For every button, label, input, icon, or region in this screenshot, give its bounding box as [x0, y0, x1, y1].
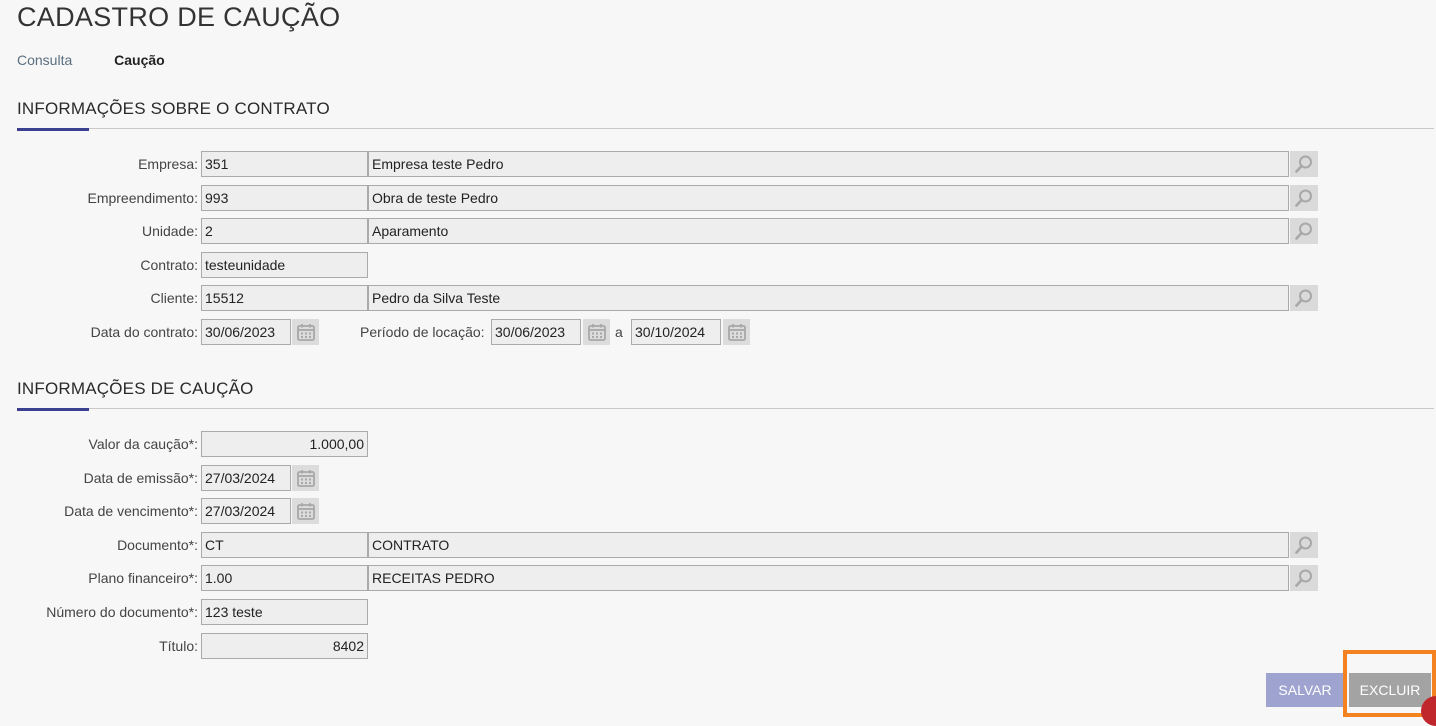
documento-name-field[interactable]: CONTRATO [368, 532, 1289, 558]
magnifier-icon [1295, 536, 1312, 554]
section-divider [17, 408, 1434, 409]
section-title-contract: INFORMAÇÕES SOBRE O CONTRATO [17, 99, 330, 118]
periodo-inicio-field[interactable]: 30/06/2023 [491, 319, 581, 345]
titulo-label: Título: [159, 638, 198, 654]
contrato-field[interactable]: testeunidade [201, 252, 368, 278]
calendar-icon [587, 324, 606, 341]
titulo-label-row: Título: [0, 633, 198, 659]
empreendimento-lookup-button[interactable] [1290, 185, 1318, 211]
data-contrato-label-row: Data do contrato: [0, 319, 198, 345]
valor-caucao-label: Valor da caução*: [88, 436, 198, 452]
data-vencimento-field[interactable]: 27/03/2024 [201, 498, 291, 524]
empreendimento-label: Empreendimento: [87, 190, 198, 206]
data-emissao-field[interactable]: 27/03/2024 [201, 465, 291, 491]
tab-consulta[interactable]: Consulta [17, 52, 72, 68]
valor-label-row: Valor da caução*: [0, 431, 198, 457]
magnifier-icon [1295, 189, 1312, 207]
section-accent [17, 128, 89, 131]
empreendimento-label-row: Empreendimento: [0, 185, 198, 211]
unidade-code-field[interactable]: 2 [201, 218, 368, 244]
unidade-label: Unidade: [141, 223, 198, 239]
plano-financeiro-code-field[interactable]: 1.00 [201, 565, 368, 591]
periodo-inicio-calendar-button[interactable] [583, 319, 610, 345]
documento-code-field[interactable]: CT [201, 532, 368, 558]
empresa-label-row: Empresa: [0, 151, 198, 177]
cliente-lookup-button[interactable] [1290, 285, 1318, 311]
data-contrato-label: Data do contrato: [90, 324, 198, 340]
cliente-label-row: Cliente: [0, 285, 198, 311]
plano-financeiro-lookup-button[interactable] [1290, 565, 1318, 591]
calendar-icon [296, 503, 315, 520]
numero-documento-label: Número do documento*: [46, 604, 198, 620]
documento-label-row: Documento*: [0, 532, 198, 558]
section-title-caucao: INFORMAÇÕES DE CAUÇÃO [17, 379, 254, 398]
tab-caucao[interactable]: Caução [114, 52, 165, 68]
periodo-fim-calendar-button[interactable] [723, 319, 750, 345]
periodo-separator: a [615, 324, 623, 340]
cliente-label: Cliente: [150, 290, 198, 306]
data-emissao-label: Data de emissão*: [83, 470, 198, 486]
periodo-locacao-label: Período de locação: [360, 324, 485, 340]
unidade-lookup-button[interactable] [1290, 218, 1318, 244]
data-contrato-calendar-button[interactable] [292, 319, 319, 345]
unidade-label-row: Unidade: [0, 218, 198, 244]
magnifier-icon [1295, 222, 1312, 240]
cliente-code-field[interactable]: 15512 [201, 285, 368, 311]
contrato-label-row: Contrato: [0, 252, 198, 278]
plano-financeiro-name-field[interactable]: RECEITAS PEDRO [368, 565, 1289, 591]
magnifier-icon [1295, 289, 1312, 307]
magnifier-icon [1295, 569, 1312, 587]
empreendimento-name-field[interactable]: Obra de teste Pedro [368, 185, 1289, 211]
plano-financeiro-label: Plano financeiro*: [88, 570, 198, 586]
numero-documento-field[interactable]: 123 teste [201, 599, 368, 625]
calendar-icon [296, 324, 315, 341]
numero-documento-label-row: Número do documento*: [0, 599, 198, 625]
magnifier-icon [1295, 155, 1312, 173]
empresa-lookup-button[interactable] [1290, 151, 1318, 177]
section-accent [17, 408, 89, 411]
plano-financeiro-label-row: Plano financeiro*: [0, 565, 198, 591]
calendar-icon [296, 470, 315, 487]
valor-caucao-field[interactable]: 1.000,00 [201, 431, 368, 457]
documento-lookup-button[interactable] [1290, 532, 1318, 558]
unidade-name-field[interactable]: Aparamento [368, 218, 1289, 244]
periodo-fim-field[interactable]: 30/10/2024 [631, 319, 721, 345]
calendar-icon [727, 324, 746, 341]
empresa-label: Empresa: [138, 156, 198, 172]
section-divider [17, 128, 1434, 129]
empreendimento-code-field[interactable]: 993 [201, 185, 368, 211]
data-vencimento-calendar-button[interactable] [292, 498, 319, 524]
empresa-code-field[interactable]: 351 [201, 151, 368, 177]
tab-bar: Consulta Caução [17, 52, 203, 68]
data-contrato-field[interactable]: 30/06/2023 [201, 319, 291, 345]
documento-label: Documento*: [117, 537, 198, 553]
cliente-name-field[interactable]: Pedro da Silva Teste [368, 285, 1289, 311]
data-emissao-label-row: Data de emissão*: [0, 465, 198, 491]
empresa-name-field[interactable]: Empresa teste Pedro [368, 151, 1289, 177]
save-button[interactable]: SALVAR [1266, 673, 1344, 707]
data-emissao-calendar-button[interactable] [292, 465, 319, 491]
delete-button[interactable]: EXCLUIR [1349, 673, 1431, 707]
data-vencimento-label: Data de vencimento*: [64, 503, 198, 519]
data-vencimento-label-row: Data de vencimento*: [0, 498, 198, 524]
page-title: CADASTRO DE CAUÇÃO [17, 2, 341, 32]
contrato-label: Contrato: [140, 257, 198, 273]
titulo-field[interactable]: 8402 [201, 633, 368, 659]
